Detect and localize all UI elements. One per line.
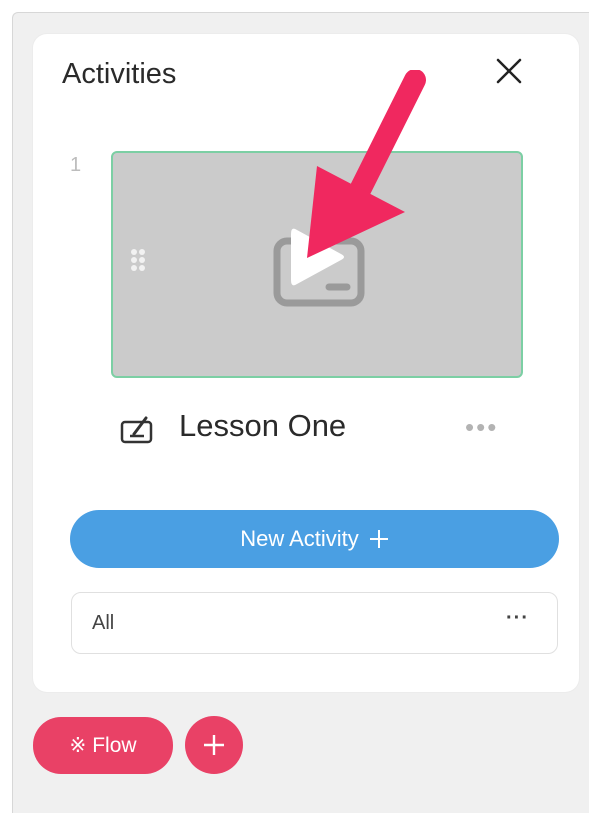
new-activity-button[interactable]: New Activity [70,510,559,568]
activity-thumbnail[interactable] [111,151,523,378]
activity-number: 1 [70,154,82,176]
filter-dropdown[interactable]: All ··· [71,592,558,654]
drag-handle-icon[interactable] [129,247,149,277]
play-icon[interactable] [287,224,347,290]
activities-panel: Activities 1 Lesson One ••• New Activity… [33,34,579,692]
activity-title[interactable]: Lesson One [179,408,346,444]
new-activity-label: New Activity [240,526,359,551]
panel-title: Activities [62,58,177,90]
sparkle-icon: ※ [69,735,87,757]
slideshow-edit-icon [120,416,153,444]
filter-label: All [92,612,115,634]
filter-more-button[interactable]: ··· [506,607,529,630]
flow-button[interactable]: ※ Flow [33,717,173,774]
close-button[interactable] [492,54,526,88]
plus-icon [369,530,388,548]
flow-label: Flow [92,733,137,757]
plus-icon [204,735,224,755]
activity-more-button[interactable]: ••• [465,412,498,443]
close-icon [496,58,522,84]
add-button[interactable] [185,716,243,774]
